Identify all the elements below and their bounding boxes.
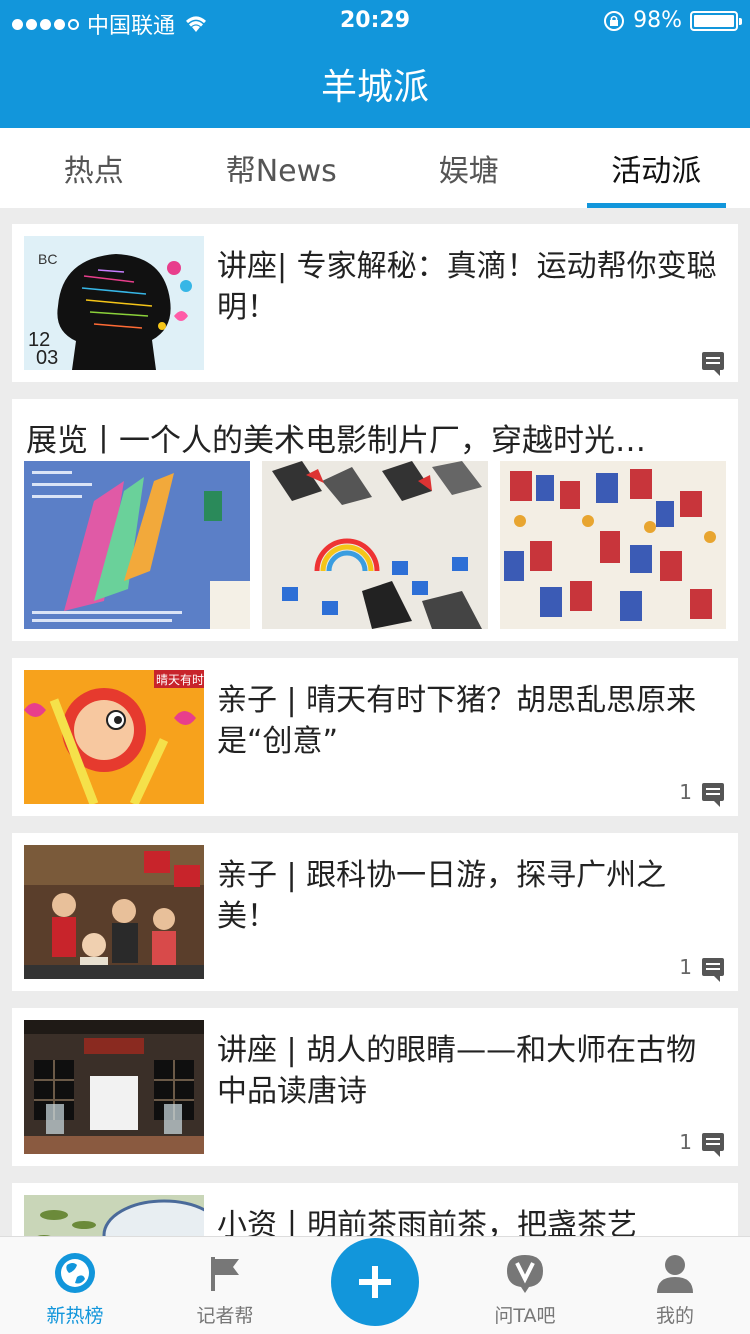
- comment-count: 1: [679, 780, 692, 804]
- article-card-gallery[interactable]: 展览丨一个人的美术电影制片厂，穿越时光…: [12, 399, 738, 641]
- comment-icon: [702, 1133, 724, 1157]
- article-meta: 1: [679, 1130, 724, 1157]
- svg-text:03: 03: [36, 347, 58, 369]
- svg-text:BC: BC: [38, 251, 57, 267]
- article-title: 讲座 | 胡人的眼睛——和大师在古物中品读唐诗: [217, 1033, 697, 1109]
- article-thumbnail: BC 12 03: [24, 236, 204, 370]
- article-title: 讲座| 专家解秘：真滴！运动帮你变聪明！: [217, 249, 717, 325]
- tabbar-label: 问TA吧: [494, 1305, 556, 1327]
- comment-count: 1: [679, 955, 692, 979]
- tab-news[interactable]: 帮News: [188, 128, 376, 208]
- plus-icon: [359, 1266, 391, 1298]
- article-card[interactable]: 亲子 | 跟科协一日游，探寻广州之美！ 1: [12, 833, 738, 991]
- article-title: 展览丨一个人的美术电影制片厂，穿越时光…: [26, 423, 646, 459]
- article-card[interactable]: 晴天有时 亲子 | 晴天有时下猪？胡思乱思原来是“创意” 1: [12, 658, 738, 816]
- person-icon: [657, 1255, 693, 1293]
- tabbar-item-hot[interactable]: 新热榜: [0, 1237, 150, 1334]
- comment-count: 1: [679, 1130, 692, 1154]
- tabbar-label: 新热榜: [46, 1305, 104, 1327]
- article-title: 亲子 | 跟科协一日游，探寻广州之美！: [217, 858, 667, 934]
- globe-icon: [55, 1253, 95, 1293]
- article-title: 亲子 | 晴天有时下猪？胡思乱思原来是“创意”: [217, 683, 697, 759]
- gallery-image: [24, 461, 250, 629]
- article-thumbnail: [24, 845, 204, 979]
- svg-text:晴天有时: 晴天有时: [156, 673, 204, 687]
- chat-v-icon: [507, 1255, 543, 1293]
- article-gallery: [24, 461, 726, 629]
- battery-percent: 98%: [633, 8, 682, 33]
- page-title: 羊城派: [320, 67, 429, 108]
- tab-events[interactable]: 活动派: [563, 128, 750, 208]
- comment-icon: [702, 352, 724, 376]
- tab-entertainment[interactable]: 娱塘: [375, 128, 563, 208]
- status-bar: 中国联通 20:29 98%: [0, 0, 750, 40]
- tab-hot[interactable]: 热点: [0, 128, 188, 208]
- article-thumbnail: [24, 1020, 204, 1154]
- tabbar-item-me[interactable]: 我的: [600, 1237, 750, 1334]
- battery-icon: [690, 10, 742, 31]
- tabbar-item-ask[interactable]: 问TA吧: [450, 1237, 600, 1334]
- tabbar-label: 我的: [655, 1305, 694, 1327]
- gallery-image: [262, 461, 488, 629]
- article-thumbnail: 晴天有时: [24, 670, 204, 804]
- add-post-button[interactable]: [331, 1238, 419, 1326]
- flag-icon: [211, 1257, 239, 1291]
- rotation-lock-icon: [604, 10, 625, 31]
- top-bar: 中国联通 20:29 98% 羊城派: [0, 0, 750, 128]
- comment-icon: [702, 958, 724, 982]
- article-card[interactable]: 讲座 | 胡人的眼睛——和大师在古物中品读唐诗 1: [12, 1008, 738, 1166]
- tabbar-item-reporter[interactable]: 记者帮: [150, 1237, 300, 1334]
- article-meta: [692, 352, 724, 376]
- article-card[interactable]: BC 12 03 讲座| 专家解秘：真滴！运动帮你变聪明！: [12, 224, 738, 382]
- comment-icon: [702, 783, 724, 807]
- category-tabs: 热点 帮News 娱塘 活动派: [0, 128, 750, 208]
- article-meta: 1: [679, 780, 724, 807]
- article-meta: 1: [679, 955, 724, 982]
- tabbar-label: 记者帮: [196, 1305, 254, 1327]
- gallery-image: [500, 461, 726, 629]
